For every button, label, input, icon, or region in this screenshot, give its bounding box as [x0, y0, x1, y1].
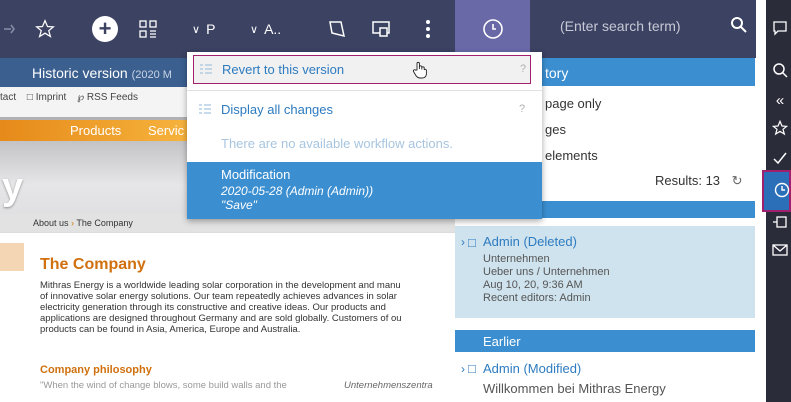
grid-icon[interactable] [139, 0, 157, 58]
page-subheading: Company philosophy [40, 364, 152, 376]
page-paragraph: Mithras Energy is a worldwide leading so… [40, 280, 402, 335]
nav-services[interactable]: Servic [148, 123, 184, 138]
page-content: The Company Mithras Energy is a worldwid… [0, 233, 455, 402]
star-rail-icon[interactable] [770, 118, 790, 138]
breadcrumb-separator-icon: › [71, 218, 75, 228]
search-bar: (Enter search term) [530, 0, 756, 58]
modification-title: Modification [221, 167, 291, 182]
more-options-icon[interactable] [425, 0, 431, 58]
display-changes-label: Display all changes [221, 102, 334, 117]
main-navigation: Products Servic [0, 120, 188, 141]
historic-title: Historic version [32, 65, 128, 81]
history-entry-selected[interactable]: › □ Admin (Deleted) Unternehmen Ueber un… [455, 226, 755, 318]
search-rail-icon[interactable] [770, 60, 790, 80]
menu-divider [187, 90, 542, 91]
filter-elements[interactable]: elements [545, 148, 598, 163]
page-icon: □ [468, 361, 476, 376]
preview-icon[interactable] [371, 0, 391, 58]
display-changes-item[interactable]: Display all changes ? [187, 94, 542, 126]
project-dropdown-label: P [206, 21, 216, 37]
favorite-star-icon[interactable] [35, 0, 55, 58]
filter-changes[interactable]: ges [545, 122, 566, 137]
modification-date: 2020-05-28 (Admin (Admin)) [221, 184, 374, 198]
entry-editors: Recent editors: Admin [483, 292, 591, 304]
history-rail-button[interactable] [762, 170, 791, 212]
side-accent [0, 243, 24, 271]
entry-title: Admin (Deleted) [483, 234, 577, 249]
deleted-page-icon: □ [468, 235, 476, 250]
modification-comment: "Save" [221, 198, 257, 212]
earlier-section-header: Earlier [455, 330, 755, 352]
search-icon[interactable] [730, 16, 748, 39]
refresh-icon[interactable]: ↻ [732, 173, 743, 188]
breadcrumb-about[interactable]: About us [33, 218, 69, 228]
edit-icon[interactable] [327, 0, 347, 58]
hand-cursor-icon [412, 61, 428, 84]
language-dropdown-label: A.. [264, 21, 282, 37]
imprint-link[interactable]: Imprint [36, 92, 67, 103]
page-heading: The Company [40, 256, 146, 273]
banner-text: y [2, 166, 24, 208]
back-arrow-icon[interactable] [3, 0, 15, 58]
add-button[interactable]: + [92, 0, 118, 58]
expand-arrow-icon[interactable]: › [461, 235, 465, 249]
breadcrumb-company[interactable]: The Company [76, 218, 133, 228]
chevron-down-icon: ∨ [250, 23, 259, 36]
historic-date: (2020 M [131, 69, 172, 81]
history-entry-modified[interactable]: Admin (Modified) [483, 361, 581, 376]
rss-icon: ℘ [77, 92, 85, 103]
clock-icon [774, 182, 790, 198]
history-entry-page: Willkommen bei Mithras Energy [483, 381, 666, 396]
entry-path: Ueber uns / Unternehmen [483, 266, 610, 278]
version-actions-menu: Revert to this version ? Display all cha… [187, 52, 542, 219]
image-caption: Unternehmenszentra [344, 380, 433, 391]
help-icon[interactable]: ? [519, 103, 525, 115]
revert-icon [200, 63, 212, 78]
language-dropdown[interactable]: ∨ A.. [250, 0, 281, 58]
comment-icon[interactable] [770, 18, 790, 38]
list-icon [199, 103, 211, 118]
rss-link[interactable]: RSS Feeds [87, 92, 138, 103]
expand-arrow-icon[interactable]: › [461, 362, 465, 376]
chevron-down-icon: ∨ [192, 23, 201, 36]
filter-page-only[interactable]: page only [545, 96, 601, 111]
nav-products[interactable]: Products [70, 123, 121, 138]
mail-icon[interactable] [770, 240, 790, 260]
modification-info: Modification 2020-05-28 (Admin (Admin)) … [187, 162, 542, 219]
structure-icon[interactable] [770, 212, 790, 232]
no-workflow-actions: There are no available workflow actions. [221, 136, 453, 151]
plus-icon: + [92, 16, 118, 42]
clock-icon [482, 19, 503, 39]
search-input[interactable]: (Enter search term) [560, 18, 681, 34]
revert-label: Revert to this version [222, 62, 345, 77]
project-dropdown[interactable]: ∨ P [192, 0, 215, 58]
collapse-icon[interactable]: « [770, 90, 790, 110]
contact-link[interactable]: tact [0, 92, 16, 103]
app-root: + ∨ P ∨ A.. (Enter search term) « Histor… [0, 0, 791, 402]
imprint-icon: □ [26, 92, 33, 103]
history-button[interactable] [455, 0, 530, 58]
results-count: Results: 13 ↻ [655, 173, 743, 188]
philosophy-quote: "When the wind of change blows, some bui… [40, 380, 287, 391]
top-toolbar: + ∨ P ∨ A.. [0, 0, 455, 58]
entry-date: Aug 10, 20, 9:36 AM [483, 279, 583, 291]
help-icon[interactable]: ? [520, 63, 526, 75]
entry-page: Unternehmen [483, 253, 550, 265]
revert-version-item[interactable]: Revert to this version ? [193, 55, 531, 84]
checkmark-icon[interactable] [770, 148, 790, 168]
